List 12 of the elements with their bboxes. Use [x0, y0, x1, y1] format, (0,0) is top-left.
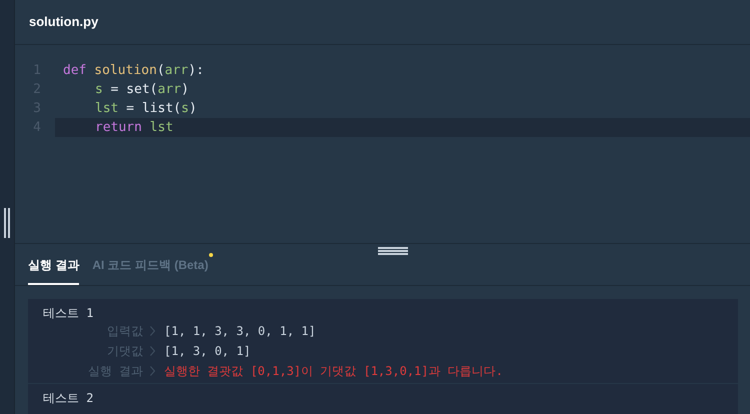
code-line: lst = list(s)	[94, 100, 198, 118]
code-line: s = set(arr)	[94, 80, 190, 99]
result-value: 실행한 결괏값 [0,1,3]이 기댓값 [1,3,0,1]과 다릅니다.	[163, 363, 503, 380]
result-value: [1, 1, 3, 3, 0, 1, 1]	[163, 323, 316, 340]
tab[interactable]: 실행 결과	[28, 243, 80, 285]
test-title: 테스트 2	[43, 391, 94, 405]
result-value: [1, 3, 0, 1]	[163, 343, 251, 360]
panel-resize-handle[interactable]	[378, 247, 408, 255]
code-line: def solution(arr):	[62, 62, 205, 80]
file-name: solution.py	[29, 13, 98, 32]
resize-handle[interactable]	[4, 208, 10, 238]
test-title: 테스트 1	[43, 306, 94, 320]
